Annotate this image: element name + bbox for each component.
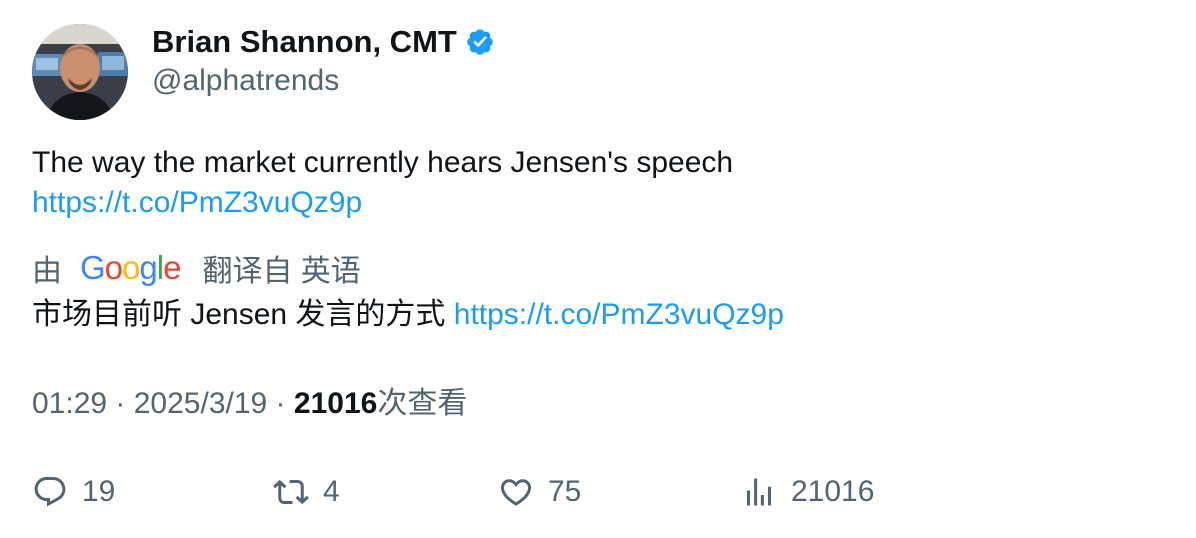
translated-link[interactable]: https://t.co/PmZ3vuQz9p bbox=[454, 298, 784, 331]
tweet-time[interactable]: 01:29 bbox=[32, 387, 107, 420]
views-action-count: 21016 bbox=[791, 475, 875, 508]
retweet-button[interactable]: 4 bbox=[273, 472, 340, 512]
translation-suffix[interactable]: 翻译自 英语 bbox=[202, 246, 360, 290]
tweet-meta: 01:29 · 2025/3/19 · 21016次查看 bbox=[32, 384, 467, 424]
translation-attribution: 由 Google 翻译自 英语 bbox=[32, 246, 361, 290]
tweet-body: The way the market currently hears Jense… bbox=[32, 143, 733, 223]
author-avatar[interactable] bbox=[32, 24, 128, 120]
like-button[interactable]: 75 bbox=[498, 472, 581, 512]
author-handle[interactable]: @alphatrends bbox=[152, 64, 339, 98]
retweet-icon bbox=[273, 474, 309, 510]
translation-prefix: 由 bbox=[32, 255, 62, 288]
heart-icon bbox=[498, 474, 534, 510]
verified-badge-icon bbox=[465, 27, 495, 57]
translated-tweet: 市场目前听 Jensen 发言的方式 https://t.co/PmZ3vuQz… bbox=[32, 295, 784, 335]
bar-chart-icon bbox=[741, 474, 777, 510]
author-display-name[interactable]: Brian Shannon, CMT bbox=[152, 24, 457, 60]
tweet-link[interactable]: https://t.co/PmZ3vuQz9p bbox=[32, 183, 733, 223]
meta-separator: · bbox=[107, 387, 134, 420]
author-name-row: Brian Shannon, CMT bbox=[152, 22, 495, 62]
views-button[interactable]: 21016 bbox=[741, 472, 874, 512]
meta-separator: · bbox=[267, 387, 294, 420]
views-count: 21016 bbox=[293, 387, 378, 420]
reply-count: 19 bbox=[82, 475, 116, 508]
tweet-date[interactable]: 2025/3/19 bbox=[134, 387, 267, 420]
retweet-count: 4 bbox=[323, 475, 340, 508]
like-count: 75 bbox=[548, 475, 582, 508]
tweet-text: The way the market currently hears Jense… bbox=[32, 146, 734, 179]
google-logo: Google bbox=[80, 249, 181, 286]
reply-button[interactable]: 19 bbox=[32, 472, 115, 512]
views-label: 次查看 bbox=[377, 387, 468, 420]
translated-text: 市场目前听 Jensen 发言的方式 bbox=[32, 298, 446, 331]
reply-icon bbox=[32, 474, 68, 510]
